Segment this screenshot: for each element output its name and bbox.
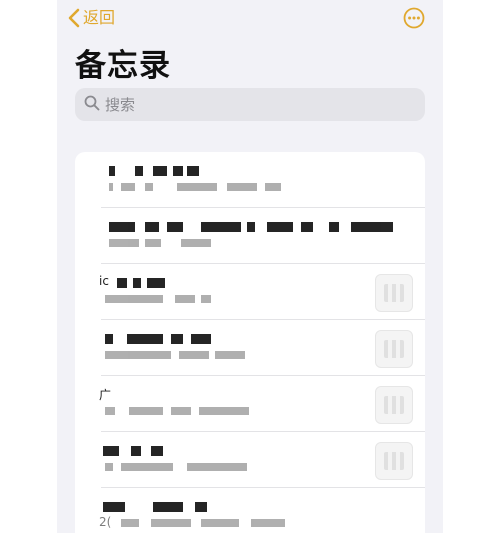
note-row[interactable] <box>101 320 425 376</box>
back-button[interactable]: 返回 <box>67 6 115 30</box>
notes-list: ic 广 2( <box>75 152 425 533</box>
note-thumbnail <box>375 442 413 480</box>
note-title-redacted <box>101 166 211 176</box>
note-title-redacted <box>101 446 171 456</box>
note-preview-redacted <box>101 463 251 471</box>
note-preview-redacted <box>101 407 251 415</box>
note-thumbnail <box>375 386 413 424</box>
search-placeholder: 搜索 <box>105 96 136 114</box>
note-title-redacted <box>101 334 221 344</box>
ellipsis-circle-icon <box>403 7 425 33</box>
note-title-prefix: ic <box>99 274 109 288</box>
note-row[interactable] <box>101 152 425 208</box>
note-preview-redacted <box>101 295 221 303</box>
note-row[interactable] <box>101 208 425 264</box>
note-row[interactable] <box>101 432 425 488</box>
notes-app-screen: 返回 备忘录 搜索 ic 广 2( <box>57 0 443 533</box>
navigation-bar: 返回 <box>57 0 443 36</box>
note-title-redacted <box>101 222 401 232</box>
search-field[interactable]: 搜索 <box>75 88 425 121</box>
note-row[interactable]: 广 <box>99 376 425 432</box>
note-preview-redacted: 2( <box>99 515 291 529</box>
note-title-redacted <box>101 502 211 512</box>
note-thumbnail <box>375 330 413 368</box>
search-icon <box>75 95 100 115</box>
note-title-redacted: ic <box>99 274 171 288</box>
back-button-label: 返回 <box>83 8 116 27</box>
more-options-button[interactable] <box>403 7 425 29</box>
page-title: 备忘录 <box>75 48 171 84</box>
note-preview-prefix: 2( <box>99 515 112 529</box>
chevron-left-icon <box>67 8 81 28</box>
note-preview-redacted <box>101 239 221 247</box>
note-title-prefix: 广 <box>99 388 112 402</box>
note-preview-redacted <box>101 351 251 359</box>
note-row[interactable]: ic <box>99 264 425 320</box>
note-title-redacted: 广 <box>99 388 141 402</box>
note-thumbnail <box>375 274 413 312</box>
note-row[interactable]: 2( <box>99 488 425 533</box>
note-preview-redacted <box>101 183 301 191</box>
